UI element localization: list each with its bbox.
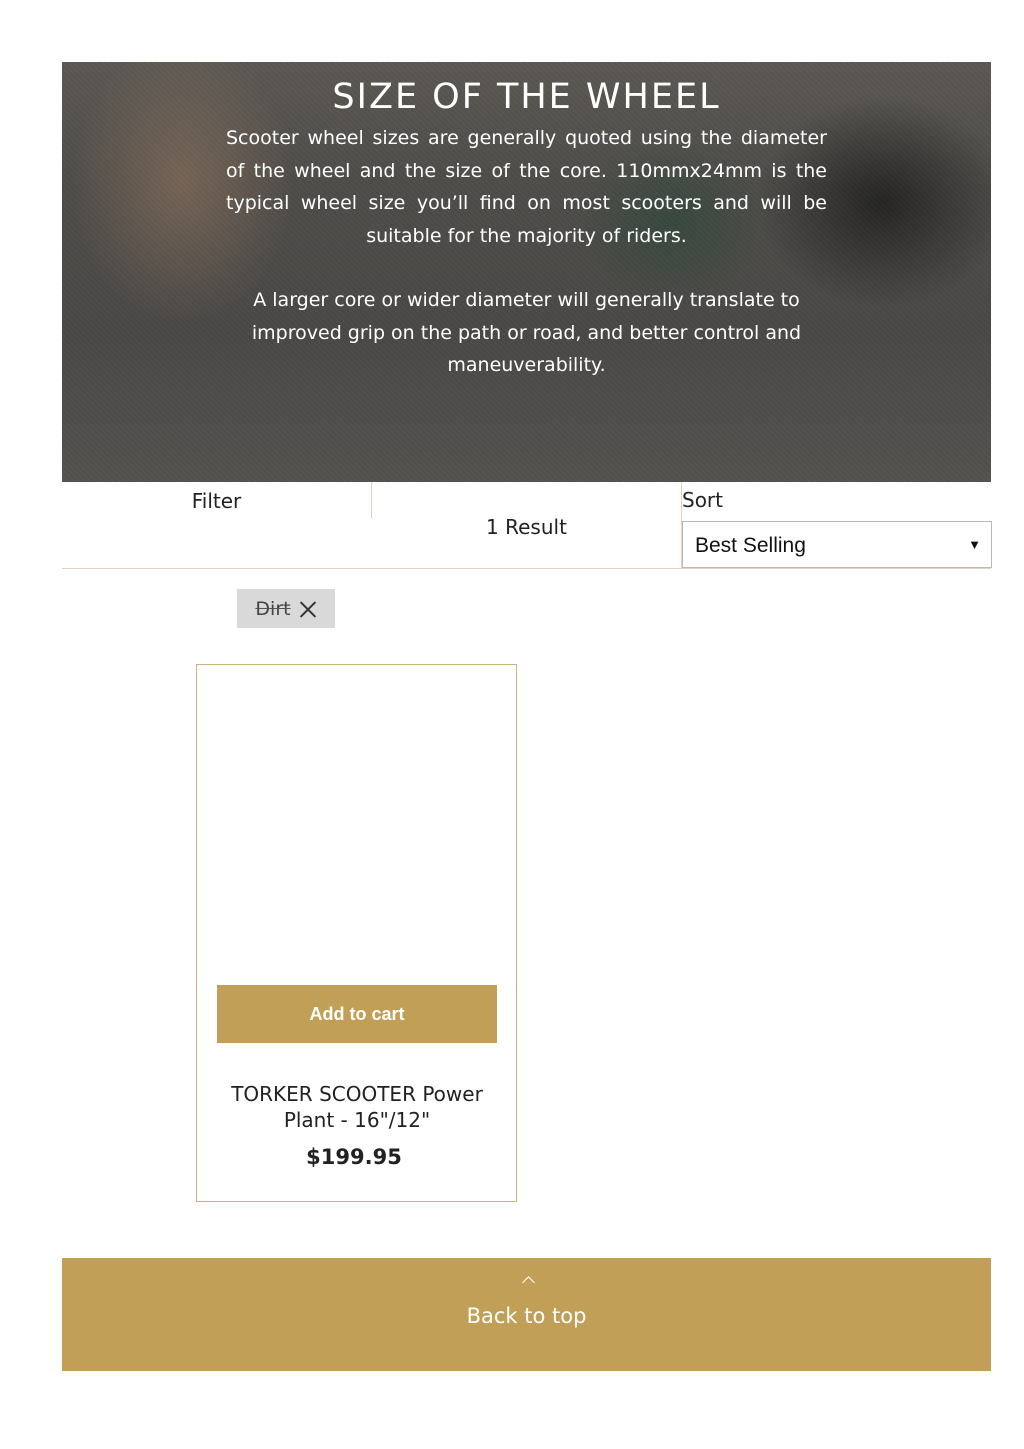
filter-button[interactable]: Filter — [62, 482, 372, 518]
result-count: 1 Result — [486, 515, 567, 539]
hero-content: SIZE OF THE WHEEL Scooter wheel sizes ar… — [222, 76, 831, 382]
hero-paragraph-wheel-size: Scooter wheel sizes are generally quoted… — [226, 127, 827, 247]
product-price: $199.95 — [306, 1145, 402, 1169]
active-filter-label: Dirt — [255, 597, 291, 620]
sort-label: Sort — [682, 488, 723, 512]
sort-select[interactable]: Best Selling ▼ — [682, 521, 992, 568]
dropdown-caret-icon: ▼ — [968, 537, 981, 552]
back-to-top-label: Back to top — [466, 1304, 587, 1328]
close-icon[interactable] — [299, 600, 317, 618]
active-filter-tag[interactable]: Dirt — [237, 589, 335, 628]
collection-toolbar: Filter 1 Result Sort Best Selling ▼ — [62, 482, 992, 569]
back-to-top-button[interactable]: Back to top — [62, 1258, 991, 1371]
product-card[interactable]: Add to cart TORKER SCOOTER Power Plant -… — [196, 664, 517, 1202]
add-to-cart-button[interactable]: Add to cart — [217, 985, 497, 1043]
hero-title: SIZE OF THE WHEEL — [332, 77, 721, 117]
product-title[interactable]: TORKER SCOOTER Power Plant - 16"/12" — [217, 1081, 497, 1133]
product-image[interactable] — [217, 685, 497, 981]
hero-paragraph-core: A larger core or wider diameter will gen… — [251, 289, 802, 376]
sort-selected-value: Best Selling — [695, 534, 806, 557]
chevron-up-icon — [522, 1274, 534, 1286]
sort-control: Sort Best Selling ▼ — [681, 482, 992, 569]
hero-banner: SIZE OF THE WHEEL Scooter wheel sizes ar… — [62, 62, 991, 482]
